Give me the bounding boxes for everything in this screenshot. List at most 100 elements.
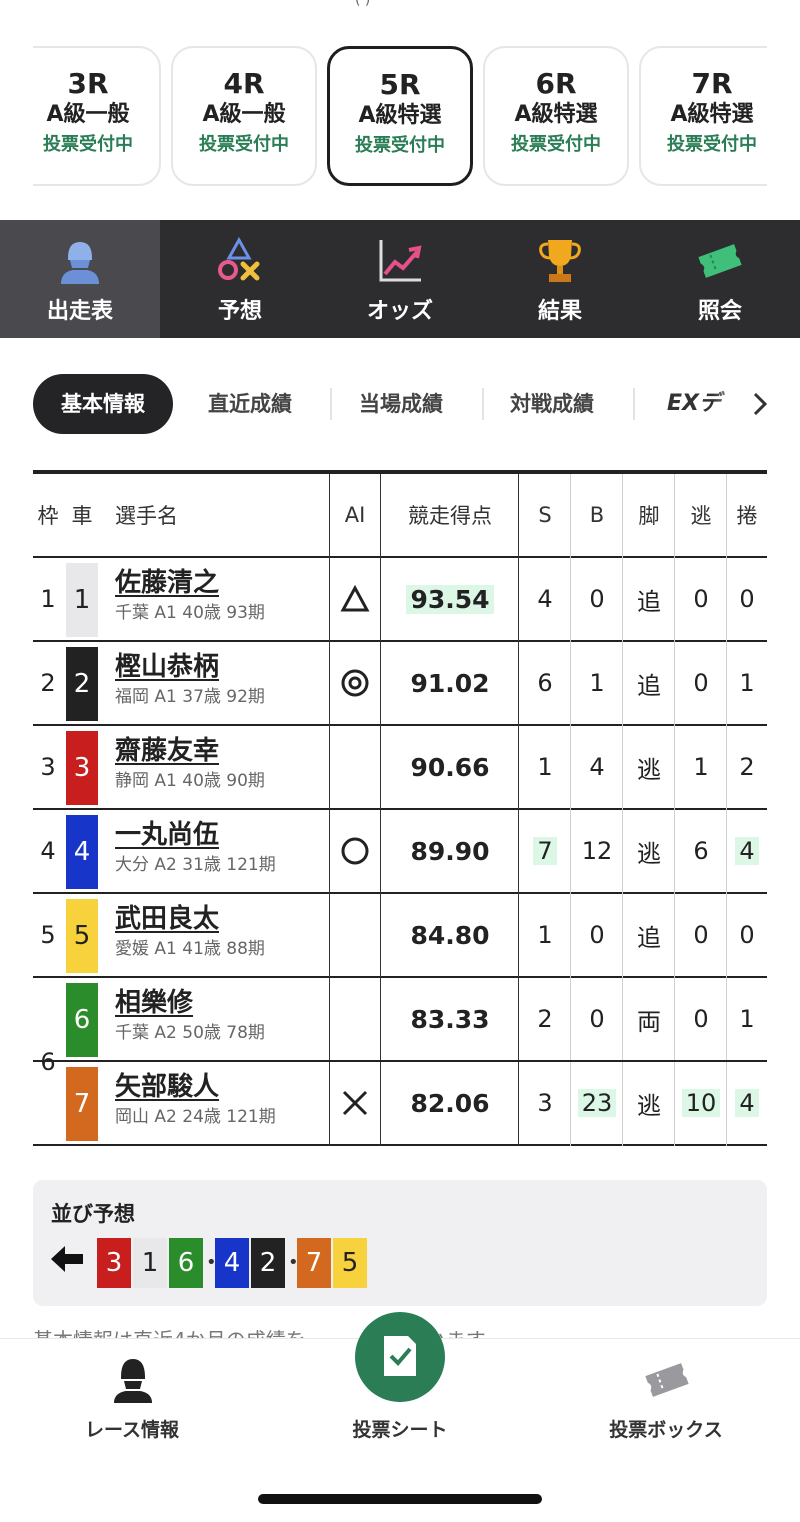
header-waku: 枠 (37, 504, 59, 528)
ai-mark (329, 894, 381, 976)
race-number: 3R (67, 67, 109, 100)
race-card-4r[interactable]: 4R A級一般 投票受付中 (171, 46, 317, 186)
ai-mark (329, 978, 381, 1060)
tab-kekka[interactable]: 結果 (480, 220, 640, 338)
table-row: 2 2 樫山恭柄 福岡 A1 37歳 92期 91.02 6 1 追 0 1 (33, 642, 767, 726)
stat-value: 4 (735, 1089, 759, 1117)
race-grade: A級特選 (358, 103, 442, 128)
stat-value: 逃 (637, 755, 661, 784)
subtab-recent-results[interactable]: 直近成績 (208, 374, 292, 434)
race-number: 7R (691, 67, 733, 100)
entry-table: 枠車選手名 AI 競走得点 S B 脚逃捲 1 1 佐藤清之 千葉 A1 40歳 93期 93.54… (33, 470, 767, 1146)
waku-number: 6 (40, 1048, 56, 1076)
line-car-badge: 3 (97, 1238, 131, 1288)
home-indicator (258, 1494, 542, 1504)
race-score: 91.02 (410, 668, 490, 698)
stat-kyaku: 追 (623, 642, 675, 724)
stat-value: 逃 (637, 839, 661, 868)
racer-helmet-icon (61, 242, 99, 284)
line-car-badge: 2 (251, 1238, 285, 1288)
stat-b: 12 (571, 810, 623, 892)
player-info: 矢部駿人 岡山 A2 24歳 121期 (115, 1070, 276, 1130)
stat-b: 0 (571, 894, 623, 976)
stat-value: 追 (637, 923, 661, 952)
tab-yoso[interactable]: 予想 (160, 220, 320, 338)
player-name-link[interactable]: 一丸尚伍 (115, 818, 276, 852)
stat-s: 2 (519, 978, 571, 1060)
stat-makuri: 1 (727, 642, 767, 724)
tab-label: 出走表 (46, 299, 113, 324)
stat-value: 1 (693, 753, 709, 781)
chevron-right-icon[interactable] (749, 390, 771, 418)
stat-nige: 6 (675, 810, 727, 892)
tab-shokai[interactable]: 照会 (640, 220, 800, 338)
tab-label: オッズ (366, 299, 433, 324)
player-name-link[interactable]: 相樂修 (115, 986, 265, 1020)
stat-nige: 0 (675, 642, 727, 724)
race-card-7r[interactable]: 7R A級特選 投票受付中 (639, 46, 767, 186)
car-number-badge: 3 (66, 731, 98, 805)
stat-makuri: 1 (727, 978, 767, 1060)
stat-makuri: 0 (727, 894, 767, 976)
vote-sheet-button[interactable] (355, 1312, 445, 1402)
player-name-link[interactable]: 齋藤友幸 (115, 734, 265, 768)
bottom-tab-vote-box[interactable]: 投票ボックス (566, 1339, 766, 1449)
tab-odds[interactable]: オッズ (320, 220, 480, 338)
stat-value: 1 (739, 1005, 755, 1033)
waku-number: 5 (40, 921, 56, 949)
stat-kyaku: 逃 (623, 810, 675, 892)
player-name-link[interactable]: 樫山恭柄 (115, 650, 265, 684)
stat-value: 0 (739, 921, 755, 949)
stat-value: 7 (533, 837, 557, 865)
header-ai: AI (344, 503, 366, 527)
race-card-3r[interactable]: 3R A級一般 投票受付中 (33, 46, 161, 186)
player-profile: 福岡 A1 37歳 92期 (115, 687, 265, 707)
player-profile: 大分 A2 31歳 121期 (115, 855, 276, 875)
race-status: 投票受付中 (667, 134, 757, 155)
divider (482, 388, 484, 420)
player-name-link[interactable]: 武田良太 (115, 902, 265, 936)
stat-value: 6 (693, 837, 709, 865)
score-cell: 83.33 (381, 978, 519, 1060)
stat-value: 12 (581, 837, 613, 865)
waku-number: 1 (40, 585, 56, 613)
stat-nige: 0 (675, 558, 727, 640)
stat-value: 逃 (637, 1091, 661, 1120)
player-name-link[interactable]: 矢部駿人 (115, 1070, 276, 1104)
race-grade: A級特選 (670, 102, 754, 127)
stat-value: 0 (693, 1005, 709, 1033)
score-cell: 89.90 (381, 810, 519, 892)
race-card-scroller[interactable]: 3R A級一般 投票受付中 4R A級一般 投票受付中 5R A級特選 投票受付… (33, 44, 767, 190)
line-car-badge: 6 (169, 1238, 203, 1288)
car-number-badge: 4 (66, 815, 98, 889)
subtab-venue-results[interactable]: 当場成績 (359, 374, 443, 434)
header-b: B (589, 503, 605, 527)
player-profile: 千葉 A1 40歳 93期 (115, 603, 265, 623)
stat-s: 6 (519, 642, 571, 724)
score-cell: 84.80 (381, 894, 519, 976)
subtab-basic-info[interactable]: 基本情報 (33, 374, 173, 434)
table-row: 4 4 一丸尚伍 大分 A2 31歳 121期 89.90 7 12 逃 6 4 (33, 810, 767, 894)
header-kyaku: 脚 (638, 504, 660, 528)
waku-number: 3 (40, 753, 56, 781)
car-number-badge: 5 (66, 899, 98, 973)
stat-s: 1 (519, 894, 571, 976)
player-info: 齋藤友幸 静岡 A1 40歳 90期 (115, 734, 265, 794)
race-card-6r[interactable]: 6R A級特選 投票受付中 (483, 46, 629, 186)
subtab-matchup-results[interactable]: 対戦成績 (510, 374, 594, 434)
race-score: 82.06 (410, 1088, 490, 1118)
tab-shussohyo[interactable]: 出走表 (0, 220, 160, 338)
bottom-tab-label: レース情報 (84, 1419, 180, 1441)
stat-value: 10 (681, 1089, 721, 1117)
line-car-badge: 7 (297, 1238, 331, 1288)
player-name-link[interactable]: 佐藤清之 (115, 566, 265, 600)
stat-kyaku: 逃 (623, 1062, 675, 1144)
line-car-badge: 1 (133, 1238, 167, 1288)
race-nav-tabs: 出走表 予想 オッズ 結果 照会 (0, 220, 800, 338)
ai-mark (329, 642, 381, 724)
race-number: 6R (535, 67, 577, 100)
car-number-badge: 1 (66, 563, 98, 637)
car-number-badge: 2 (66, 647, 98, 721)
race-card-5r[interactable]: 5R A級特選 投票受付中 (327, 46, 473, 186)
bottom-tab-race-info[interactable]: レース情報 (32, 1339, 232, 1449)
